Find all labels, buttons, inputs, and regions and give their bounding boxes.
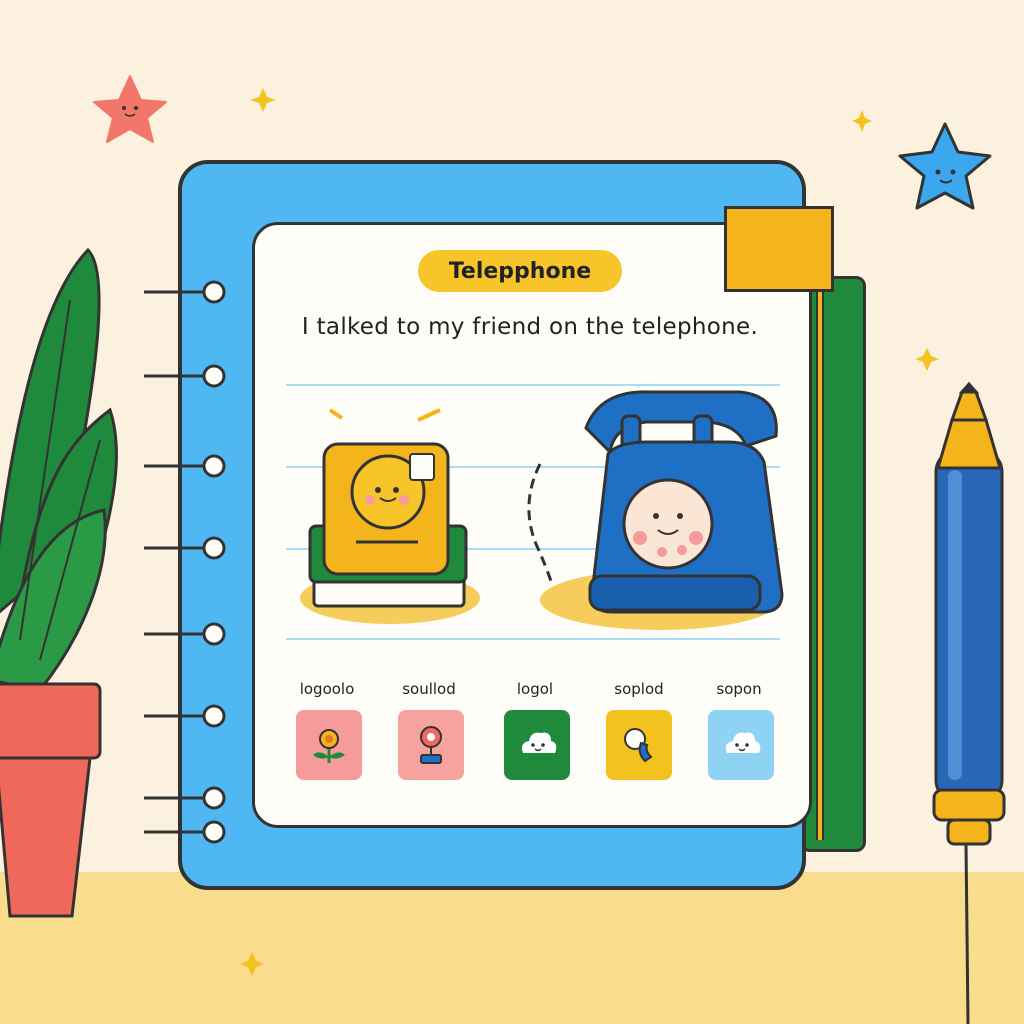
potted-plant [0,247,118,918]
card-cloud-blue[interactable] [708,710,774,780]
example-sentence: I talked to my friend on the telephone. [301,314,759,340]
bookmark-tab[interactable] [724,206,834,292]
card-flower[interactable] [296,710,362,780]
card-label: soplod [614,680,664,698]
pink-star-icon [93,75,167,143]
phone-receiver-icon [624,728,653,763]
card-phone[interactable] [606,710,672,780]
cloud-face-icon [521,732,557,753]
page-illustrations [300,390,784,630]
spiral-binding [144,280,226,844]
telephone-icon [527,390,784,630]
cloud-face-icon [725,732,761,753]
blue-star-icon [898,122,992,210]
pen-icon [932,381,1006,1024]
book-stack-icon [300,408,480,624]
card-label: logoolo [299,680,355,698]
card-webcam[interactable] [398,710,464,780]
card-label: soullod [402,680,456,698]
webcam-icon [420,726,442,764]
card-cloud-green[interactable] [504,710,570,780]
word-title: Telepphone [418,250,622,292]
card-label: logol [516,680,554,698]
flower-icon [313,729,345,763]
card-label: sopon [716,680,762,698]
bookmark-ribbon [816,292,824,840]
